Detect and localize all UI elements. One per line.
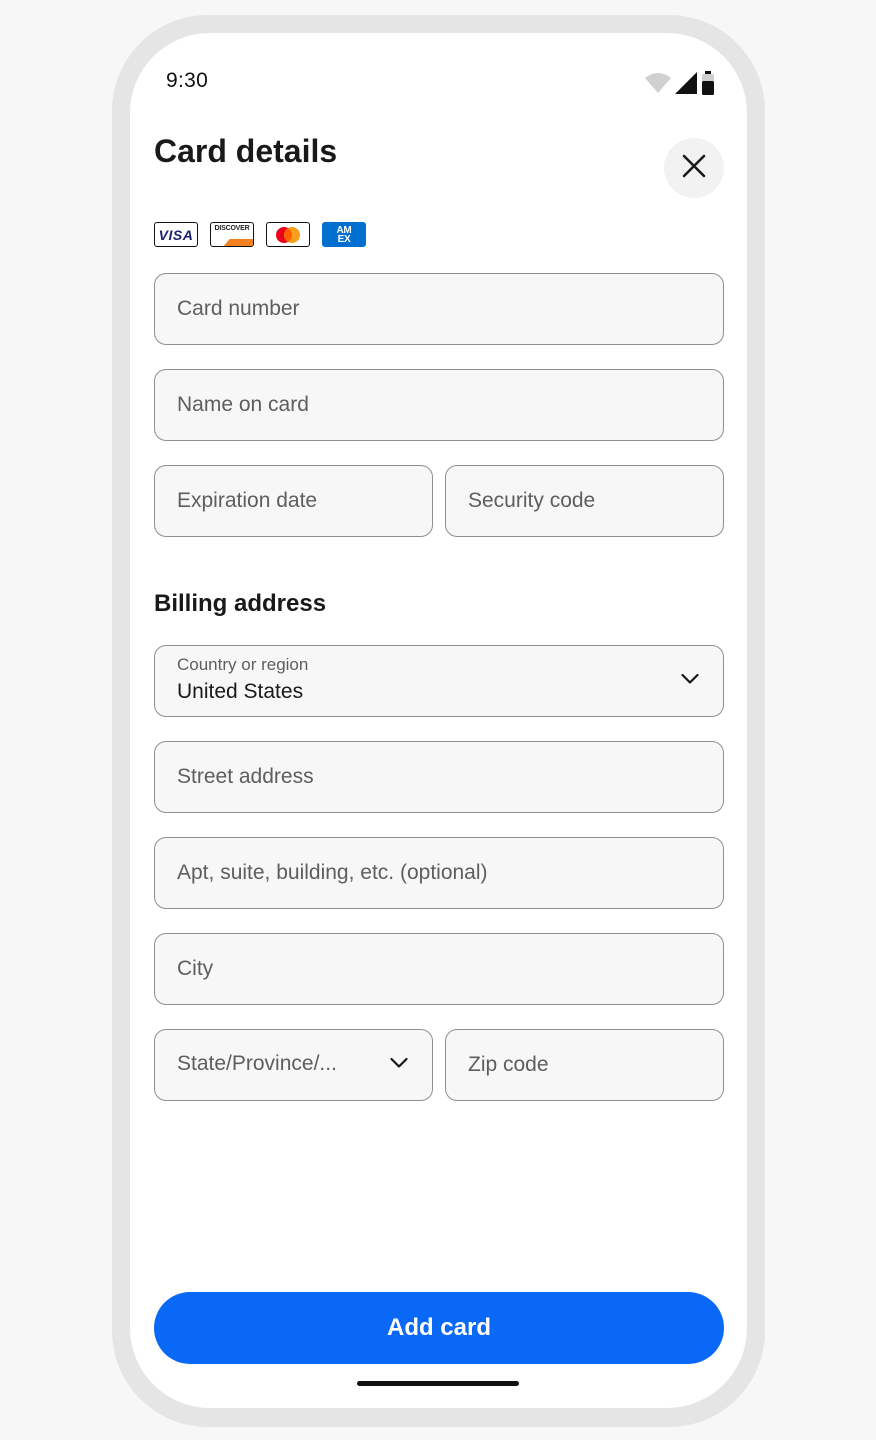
card-brand-logos: VISA DISCOVER AM EX	[154, 222, 366, 247]
state-placeholder: State/Province/...	[177, 1052, 337, 1075]
billing-address-heading: Billing address	[154, 590, 327, 617]
card-number-field[interactable]	[154, 273, 724, 345]
expiration-date-input[interactable]	[155, 466, 432, 536]
security-code-input[interactable]	[446, 466, 723, 536]
screen: 9:30 Card details VISA DISCOVER AM EX Ca…	[130, 33, 747, 1408]
signal-icon	[675, 72, 697, 94]
country-select[interactable]: Country or region United States	[154, 645, 724, 717]
visa-logo: VISA	[154, 222, 198, 247]
country-value: United States	[177, 680, 304, 703]
discover-logo-text: DISCOVER	[214, 225, 250, 232]
status-icons	[645, 71, 715, 95]
name-on-card-field[interactable]	[154, 369, 724, 441]
battery-icon	[701, 71, 715, 95]
mastercard-logo	[266, 222, 310, 247]
visa-logo-text: VISA	[158, 226, 194, 243]
amex-line2: EX	[337, 233, 351, 245]
apt-suite-field[interactable]	[154, 837, 724, 909]
zip-code-input[interactable]	[446, 1030, 723, 1100]
country-label: Country or region	[177, 655, 309, 674]
chevron-down-icon	[681, 672, 699, 690]
page-title: Card details	[154, 133, 338, 169]
discover-logo: DISCOVER	[210, 222, 254, 247]
street-address-input[interactable]	[155, 742, 723, 812]
status-time: 9:30	[166, 69, 209, 92]
phone-frame: 9:30 Card details VISA DISCOVER AM EX Ca…	[112, 15, 765, 1427]
expiration-date-field[interactable]	[154, 465, 433, 537]
city-input[interactable]	[155, 934, 723, 1004]
name-on-card-input[interactable]	[155, 370, 723, 440]
amex-logo-text: AM EX	[337, 225, 352, 245]
zip-code-field[interactable]	[445, 1029, 724, 1101]
apt-suite-input[interactable]	[155, 838, 723, 908]
chevron-down-icon	[390, 1056, 408, 1074]
security-code-field[interactable]	[445, 465, 724, 537]
state-select[interactable]: State/Province/...	[154, 1029, 433, 1101]
home-indicator	[357, 1381, 519, 1386]
close-icon	[682, 154, 706, 183]
card-number-input[interactable]	[155, 274, 723, 344]
wifi-icon	[645, 73, 671, 93]
city-field[interactable]	[154, 933, 724, 1005]
add-card-button[interactable]: Add card	[154, 1292, 724, 1364]
close-button[interactable]	[664, 138, 724, 198]
amex-logo: AM EX	[322, 222, 366, 247]
street-address-field[interactable]	[154, 741, 724, 813]
